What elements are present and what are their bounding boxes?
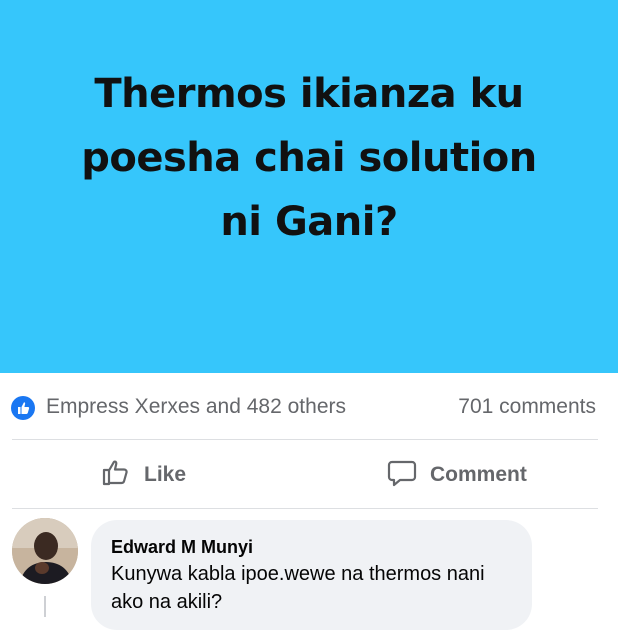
- like-label: Like: [144, 463, 187, 486]
- comment-author[interactable]: Edward M Munyi: [111, 537, 253, 558]
- reactions-summary[interactable]: Empress Xerxes and 482 others: [46, 395, 346, 419]
- avatar[interactable]: [12, 518, 78, 584]
- comment-label: Comment: [430, 463, 527, 486]
- reactions-bar: Empress Xerxes and 482 others 701 commen…: [0, 373, 618, 439]
- like-button[interactable]: Like: [100, 448, 186, 502]
- thumbs-up-outline-icon: [100, 457, 132, 494]
- comment-text: Kunywa kabla ipoe.wewe na thermos nani a…: [111, 563, 485, 613]
- thumbs-up-icon[interactable]: [11, 396, 35, 420]
- divider: [12, 508, 598, 509]
- comment-bubble[interactable]: Edward M Munyi Kunywa kabla ipoe.wewe na…: [91, 520, 532, 630]
- comment-button[interactable]: Comment: [386, 448, 527, 502]
- comments-count[interactable]: 701 comments: [458, 395, 596, 419]
- post-image[interactable]: Thermos ikianza ku poesha chai solution …: [0, 0, 618, 373]
- post-text-line: ni Gani?: [220, 199, 398, 245]
- post-text-line: Thermos ikianza ku: [94, 71, 524, 117]
- speech-bubble-icon: [386, 457, 418, 494]
- post-image-text: Thermos ikianza ku poesha chai solution …: [0, 62, 618, 254]
- divider: [12, 439, 598, 440]
- thread-line: [44, 596, 46, 617]
- post-text-line: poesha chai solution: [81, 135, 537, 181]
